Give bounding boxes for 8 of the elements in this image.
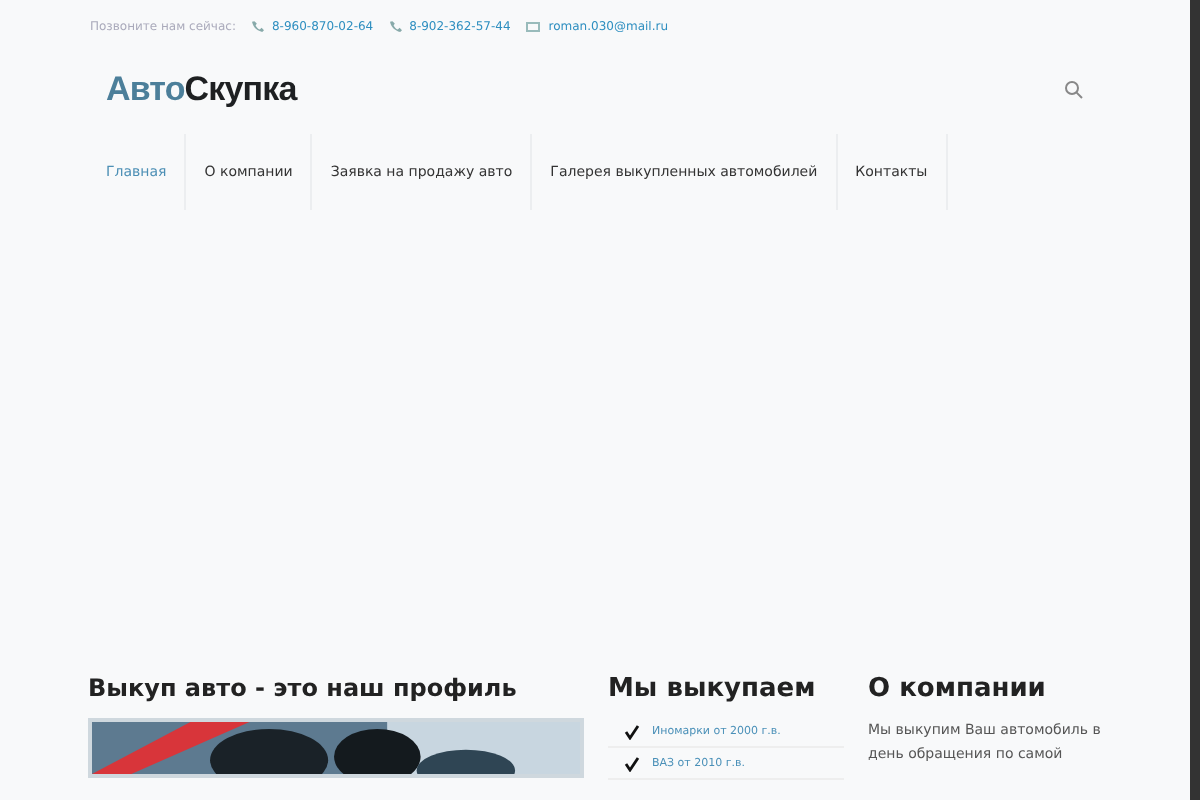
mail-icon [526,21,541,31]
section-title: О компании [868,672,1048,708]
section-title: Мы выкупаем [608,672,818,708]
logo[interactable]: АвтоСкупка [106,64,297,116]
section-title: Выкуп авто - это наш профиль [88,672,519,706]
search-icon[interactable] [1064,80,1084,100]
phone-icon [251,20,264,32]
phone-icon [389,20,402,32]
